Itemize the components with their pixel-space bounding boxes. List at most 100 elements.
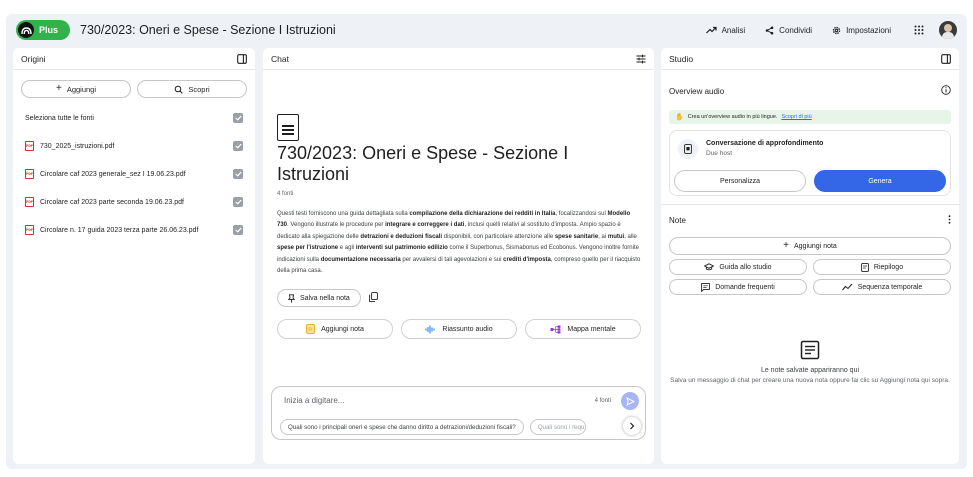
mind-map-icon: [550, 325, 561, 334]
sources-title: Origini: [21, 53, 46, 64]
study-guide-button[interactable]: Guida allo studio: [669, 259, 807, 275]
source-name: 730_2025_istruzioni.pdf: [40, 142, 115, 150]
notes-title: Note: [669, 215, 686, 225]
summary-text: , focalizzandosi sul: [555, 211, 608, 217]
graduation-cap-icon: [704, 263, 715, 271]
chat-input-placeholder[interactable]: Inizia a digitare...: [284, 396, 344, 405]
mind-map-button[interactable]: Mappa mentale: [525, 319, 641, 340]
empty-notes-icon: [800, 340, 820, 360]
add-source-button[interactable]: + Aggiungi: [21, 80, 131, 98]
faq-label: Domande frequenti: [715, 283, 775, 291]
add-note-button[interactable]: + Aggiungi nota: [669, 237, 951, 255]
user-avatar[interactable]: [939, 21, 957, 39]
summary-bold-text: crediti d'imposta: [503, 256, 551, 263]
source-item[interactable]: PDF Circolare n. 17 guida 2023 terza part…: [13, 216, 255, 244]
summary-text: . Vengono illustrate le procedure per: [287, 222, 386, 229]
source-checkbox[interactable]: [233, 141, 243, 151]
summary-bold-text: documentazione necessaria: [320, 256, 401, 263]
mind-map-label: Mappa mentale: [567, 325, 616, 333]
generate-button[interactable]: Genera: [814, 170, 946, 192]
select-all-label: Seleziona tutte le fonti: [25, 114, 94, 122]
select-all-checkbox[interactable]: [233, 113, 243, 123]
source-name: Circolare caf 2023 generale_sez I 19.06.…: [40, 170, 186, 178]
save-to-note-button[interactable]: Salva nella nota: [277, 289, 361, 308]
settings-label: Impostazioni: [846, 25, 891, 35]
source-item[interactable]: PDF Circolare caf 2023 generale_sez I 19.…: [13, 160, 255, 188]
deep-dive-subtitle: Due host: [706, 150, 733, 157]
chat-input-box[interactable]: Inizia a digitare... 4 fonti Quali sono …: [271, 386, 646, 440]
sparkle-hand-icon: ✋: [675, 113, 684, 121]
app-canvas: Plus 730/2023: Oneri e Spese - Sezione I…: [6, 14, 967, 469]
plus-icon: +: [55, 83, 62, 94]
deep-dive-title: Conversazione di approfondimento: [706, 140, 824, 147]
gear-icon: [832, 26, 841, 34]
audio-overview-header: Overview audio: [669, 80, 951, 102]
source-checkbox[interactable]: [233, 197, 243, 207]
summary-text: disponibili, con particolare attenzione …: [442, 233, 555, 240]
source-item[interactable]: PDF Circolare caf 2023 parte seconda 19.0…: [13, 188, 255, 216]
learn-more-link[interactable]: Scopri di più: [781, 114, 811, 120]
notes-empty-state: Le note salvate appariranno qui Salva un…: [661, 340, 959, 386]
panel-collapse-icon[interactable]: [237, 53, 247, 64]
timeline-button[interactable]: Sequenza temporale: [813, 279, 951, 295]
summary-label: Riepilogo: [873, 263, 904, 271]
notebook-title[interactable]: 730/2023: Oneri e Spese - Sezione I Istr…: [80, 23, 336, 37]
notebook-overview: 730/2023: Oneri e Spese - Sezione I Istr…: [277, 114, 641, 340]
audio-summary-button[interactable]: Riassunto audio: [401, 319, 517, 340]
suggestion-chip[interactable]: Quali sono i requ: [529, 419, 586, 435]
more-vertical-icon[interactable]: [948, 214, 951, 226]
chat-settings-icon[interactable]: [636, 54, 646, 64]
chevron-right-icon[interactable]: [623, 417, 641, 435]
faq-button[interactable]: Domande frequenti: [669, 279, 807, 295]
timeline-icon: [841, 283, 853, 291]
empty-notes-title: Le note salvate appariranno qui: [760, 367, 860, 374]
top-bar: Plus 730/2023: Oneri e Spese - Sezione I…: [6, 14, 967, 46]
discover-button[interactable]: Scopri: [137, 80, 247, 98]
document-icon: [277, 114, 299, 141]
send-button[interactable]: [621, 392, 639, 410]
summary-text: Questi testi forniscono una guida dettag…: [277, 211, 410, 217]
source-checkbox[interactable]: [233, 225, 243, 235]
summary-bold-text: spese per l'istruzione: [277, 245, 339, 252]
add-note-chat-button[interactable]: Aggiungi nota: [277, 319, 393, 340]
pin-icon: [288, 294, 295, 303]
customize-button[interactable]: Personalizza: [674, 170, 806, 192]
add-source-label: Aggiungi: [66, 84, 97, 94]
note-icon: [306, 324, 315, 335]
plus-badge[interactable]: Plus: [16, 20, 70, 40]
source-checkbox[interactable]: [233, 169, 243, 179]
studio-divider: [661, 204, 959, 205]
panel-collapse-icon[interactable]: [941, 53, 951, 64]
plus-badge-label: Plus: [39, 25, 59, 35]
analytics-button[interactable]: Analisi: [698, 20, 754, 40]
notebook-heading: 730/2023: Oneri e Spese - Sezione I Istr…: [277, 143, 569, 184]
study-guide-label: Guida allo studio: [719, 263, 772, 271]
chat-panel: Chat 730/2023: Oneri e Spese - Sezione I…: [263, 48, 654, 464]
pdf-file-icon: PDF: [25, 225, 34, 235]
empty-notes-subtitle: Salva un messaggio di chat per creare un…: [670, 377, 950, 384]
chat-title: Chat: [271, 53, 289, 64]
chat-header: Chat: [263, 48, 654, 70]
studio-panel: Studio Overview audio ✋ Crea un'overview…: [661, 48, 959, 464]
summary-text: , alle: [624, 233, 637, 240]
pdf-file-icon: PDF: [25, 141, 34, 151]
summary-bold-text: interventi sul patrimonio edilizio: [355, 245, 448, 252]
apps-grid-icon[interactable]: [909, 20, 929, 40]
summary-button[interactable]: Riepilogo: [813, 259, 951, 275]
add-note-label: Aggiungi nota: [794, 242, 837, 250]
select-all-row[interactable]: Seleziona tutte le fonti: [13, 104, 255, 132]
plus-icon: +: [783, 240, 789, 251]
settings-button[interactable]: Impostazioni: [824, 20, 899, 40]
sources-panel: Origini + Aggiungi Scopri Seleziona tutt…: [13, 48, 255, 464]
deep-dive-card: Conversazione di approfondimento Due hos…: [669, 130, 951, 196]
source-item[interactable]: PDF 730_2025_istruzioni.pdf: [13, 132, 255, 160]
info-icon[interactable]: [941, 85, 951, 97]
banner-text: Crea un'overview audio in più lingue.: [687, 114, 778, 120]
pdf-file-icon: PDF: [25, 197, 34, 207]
suggestion-chip[interactable]: Quali sono i principali oneri e spese ch…: [280, 419, 524, 435]
sources-header: Origini: [13, 48, 255, 70]
copy-icon[interactable]: [368, 292, 378, 304]
source-count: 4 fonti: [277, 191, 294, 197]
discover-label: Scopri: [188, 84, 210, 94]
share-button[interactable]: Condividi: [757, 20, 820, 40]
